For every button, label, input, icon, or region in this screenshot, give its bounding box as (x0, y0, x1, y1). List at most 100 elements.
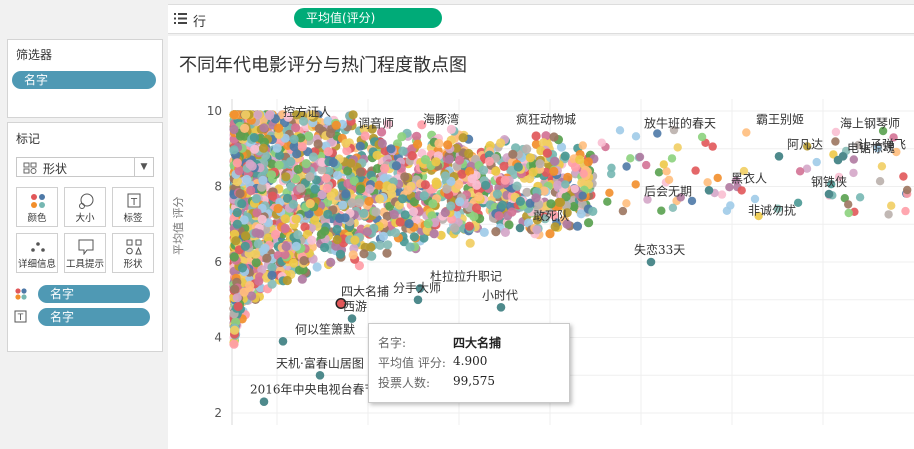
data-point (308, 152, 318, 162)
data-point (901, 206, 910, 216)
data-point (305, 199, 315, 209)
data-point (653, 129, 662, 138)
data-point (332, 224, 342, 235)
data-point (328, 157, 338, 168)
data-point (326, 257, 336, 267)
tooltip-name-value: 四大名捕 (453, 336, 502, 350)
data-point (849, 168, 858, 178)
data-point (479, 165, 489, 175)
data-point (492, 189, 502, 199)
data-point (281, 172, 291, 182)
tooltip-score-key: 平均值 评分: (378, 356, 446, 370)
data-point (560, 151, 570, 161)
data-point (281, 242, 291, 252)
data-point (260, 243, 270, 253)
data-point (467, 174, 477, 184)
data-point (267, 270, 277, 280)
data-point (584, 218, 594, 228)
data-point (362, 227, 372, 237)
data-point (491, 166, 501, 176)
data-point (412, 131, 422, 141)
data-point (618, 206, 628, 216)
data-point (288, 199, 298, 209)
data-point (413, 139, 423, 149)
point-label: 四大名捕 (341, 284, 389, 299)
data-point (289, 134, 299, 144)
data-point (242, 174, 252, 185)
data-point (703, 178, 712, 187)
data-point (664, 175, 674, 184)
data-point (240, 241, 250, 251)
point-label: 海上钢琴师 (840, 115, 900, 130)
labeled-data-point (496, 303, 506, 312)
data-point (259, 143, 269, 153)
data-point (375, 194, 385, 204)
data-point (622, 199, 631, 208)
labeled-data-point (515, 223, 525, 233)
data-point (253, 110, 263, 120)
data-point (299, 256, 309, 266)
tooltip-name-key: 名字: (378, 336, 407, 350)
data-point (654, 168, 664, 177)
data-point (251, 194, 261, 204)
data-point (387, 183, 397, 193)
data-point (286, 157, 296, 167)
data-point (500, 175, 510, 185)
data-point (737, 186, 746, 195)
data-point (668, 203, 678, 212)
data-point (232, 219, 242, 229)
data-point (491, 227, 501, 237)
data-point (338, 200, 348, 210)
data-point (314, 123, 324, 134)
data-point (546, 199, 556, 209)
data-point (323, 209, 333, 219)
data-point (310, 184, 320, 194)
point-label: 西游 (343, 300, 367, 314)
labeled-data-point (704, 186, 714, 195)
data-point (382, 248, 392, 258)
data-point (471, 203, 482, 213)
data-point (258, 175, 268, 185)
labeled-data-point (315, 371, 325, 380)
data-point (631, 180, 640, 189)
data-point (844, 208, 853, 218)
data-point (262, 253, 272, 263)
data-point (583, 157, 593, 167)
labeled-data-point (824, 189, 834, 199)
point-label: 小时代 (482, 288, 518, 302)
data-point (434, 138, 444, 149)
data-point (320, 242, 330, 253)
data-point (249, 133, 259, 143)
data-point (251, 228, 261, 238)
data-point (855, 193, 865, 202)
data-point (572, 221, 583, 231)
data-point (659, 160, 668, 169)
data-point (553, 180, 563, 190)
data-point (578, 191, 587, 200)
data-point (280, 214, 290, 224)
y-axis-title: 平均值 评分 (172, 196, 185, 256)
tooltip-score-value: 4.900 (453, 354, 488, 368)
data-point (607, 163, 616, 172)
data-point (479, 227, 489, 237)
point-label: 霸王别姬 (756, 113, 804, 127)
data-point (887, 201, 896, 210)
data-point (251, 249, 261, 259)
data-point (231, 236, 241, 246)
data-point (272, 143, 282, 153)
data-point (849, 155, 858, 164)
data-point (232, 158, 242, 168)
data-point (708, 142, 717, 151)
data-point (722, 206, 732, 215)
data-point (355, 167, 365, 177)
data-point (545, 229, 555, 239)
data-point (331, 120, 341, 130)
data-point (355, 141, 365, 151)
y-tick-label: 2 (214, 406, 222, 420)
data-point (575, 155, 585, 165)
data-point (270, 229, 281, 240)
data-point (444, 154, 454, 164)
data-point (409, 232, 419, 242)
data-point (484, 156, 494, 166)
data-point (877, 162, 887, 171)
